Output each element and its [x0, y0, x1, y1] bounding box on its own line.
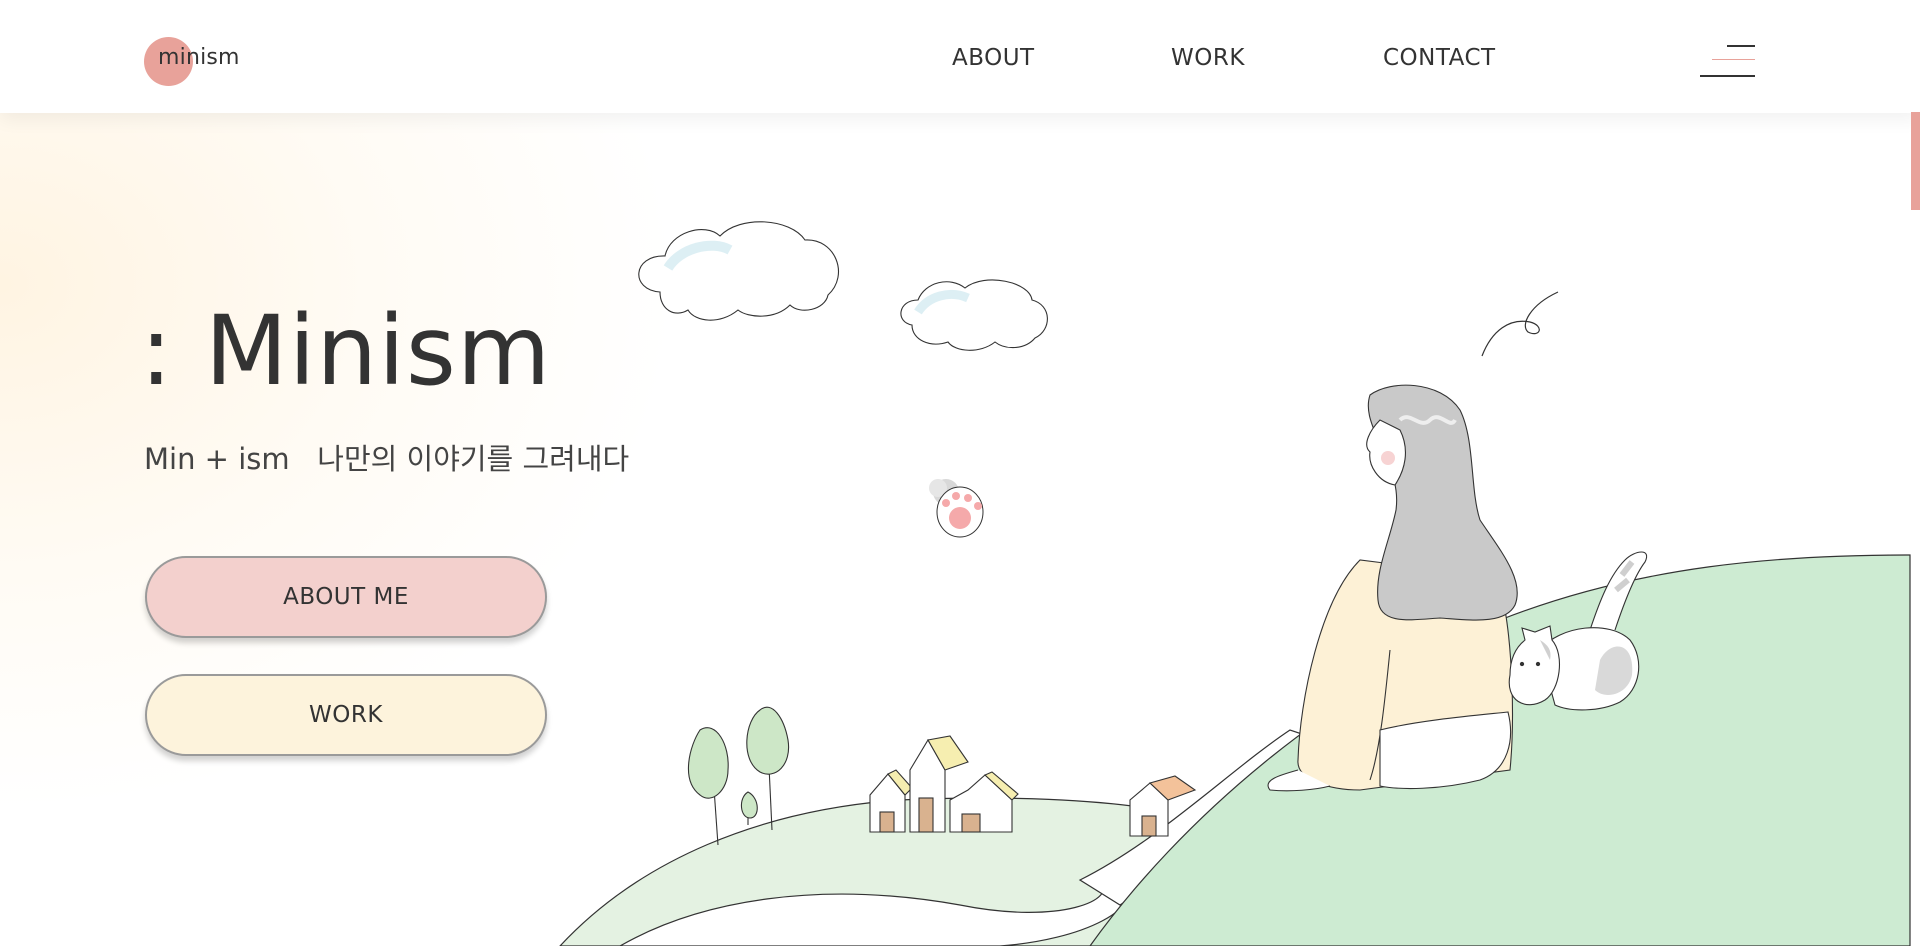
- logo-text: minism: [158, 45, 240, 70]
- site-logo[interactable]: minism: [144, 36, 254, 86]
- nav-work-link[interactable]: WORK: [1171, 45, 1245, 71]
- hamburger-menu-icon[interactable]: [1700, 43, 1756, 79]
- about-me-button[interactable]: ABOUT ME: [145, 556, 547, 638]
- nav-about-link[interactable]: ABOUT: [952, 45, 1035, 71]
- site-header: minism ABOUT WORK CONTACT: [0, 0, 1920, 113]
- nav-contact-link[interactable]: CONTACT: [1383, 45, 1496, 71]
- scroll-indicator[interactable]: [1911, 112, 1920, 210]
- hamburger-line-bottom: [1700, 75, 1755, 77]
- hero-subtitle: Min + ism 나만의 이야기를 그려내다: [144, 442, 630, 476]
- hamburger-line-middle: [1712, 59, 1755, 60]
- hamburger-line-top: [1727, 45, 1755, 47]
- hero-title: : Minism: [140, 295, 552, 407]
- work-button[interactable]: WORK: [145, 674, 547, 756]
